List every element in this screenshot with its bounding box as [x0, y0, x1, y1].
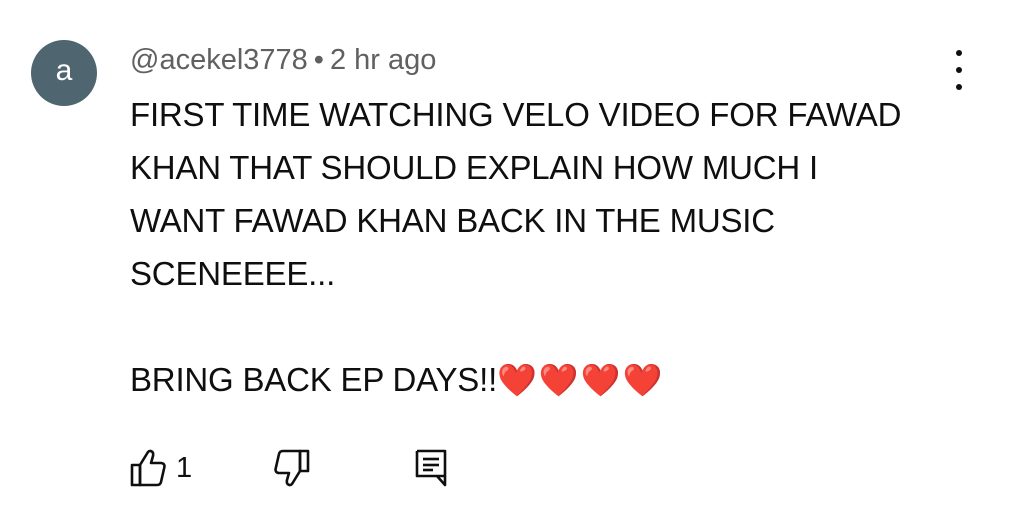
comment-line: WANT FAWAD KHAN BACK IN THE MUSIC [130, 202, 775, 239]
dislike-button[interactable] [274, 446, 310, 490]
comment-timestamp: 2 hr ago [329, 44, 437, 76]
reply-comment-icon [415, 449, 447, 487]
comment-body: FIRST TIME WATCHING VELO VIDEO FOR FAWAD… [130, 88, 960, 407]
avatar[interactable]: a [31, 40, 97, 106]
comment-closing-line: BRING BACK EP DAYS!!❤️❤️❤️❤️ [130, 353, 960, 407]
like-button[interactable]: 1 [130, 446, 192, 490]
thumb-up-icon [130, 449, 166, 487]
avatar-letter: a [55, 54, 73, 87]
more-options-button[interactable] [944, 50, 974, 90]
more-vert-icon-dot [956, 67, 962, 73]
more-vert-icon [956, 50, 962, 56]
meta-separator: • [313, 44, 324, 76]
comment-line: FIRST TIME WATCHING VELO VIDEO FOR FAWAD [130, 96, 902, 133]
author-handle[interactable]: @acekel3778 [130, 44, 308, 76]
comment-header: @acekel3778 • 2 hr ago [130, 40, 436, 80]
like-count: 1 [176, 451, 193, 484]
comment-line: SCENEEEE... [130, 255, 336, 292]
thumb-down-icon [274, 449, 310, 487]
comment-line: KHAN THAT SHOULD EXPLAIN HOW MUCH I [130, 149, 818, 186]
reply-button[interactable] [414, 446, 448, 490]
comment-card: a @acekel3778 • 2 hr ago FIRST TIME WATCHI… [0, 0, 1024, 526]
heart-emojis: ❤️❤️❤️❤️ [497, 361, 665, 399]
closing-text: BRING BACK EP DAYS!! [130, 361, 498, 398]
